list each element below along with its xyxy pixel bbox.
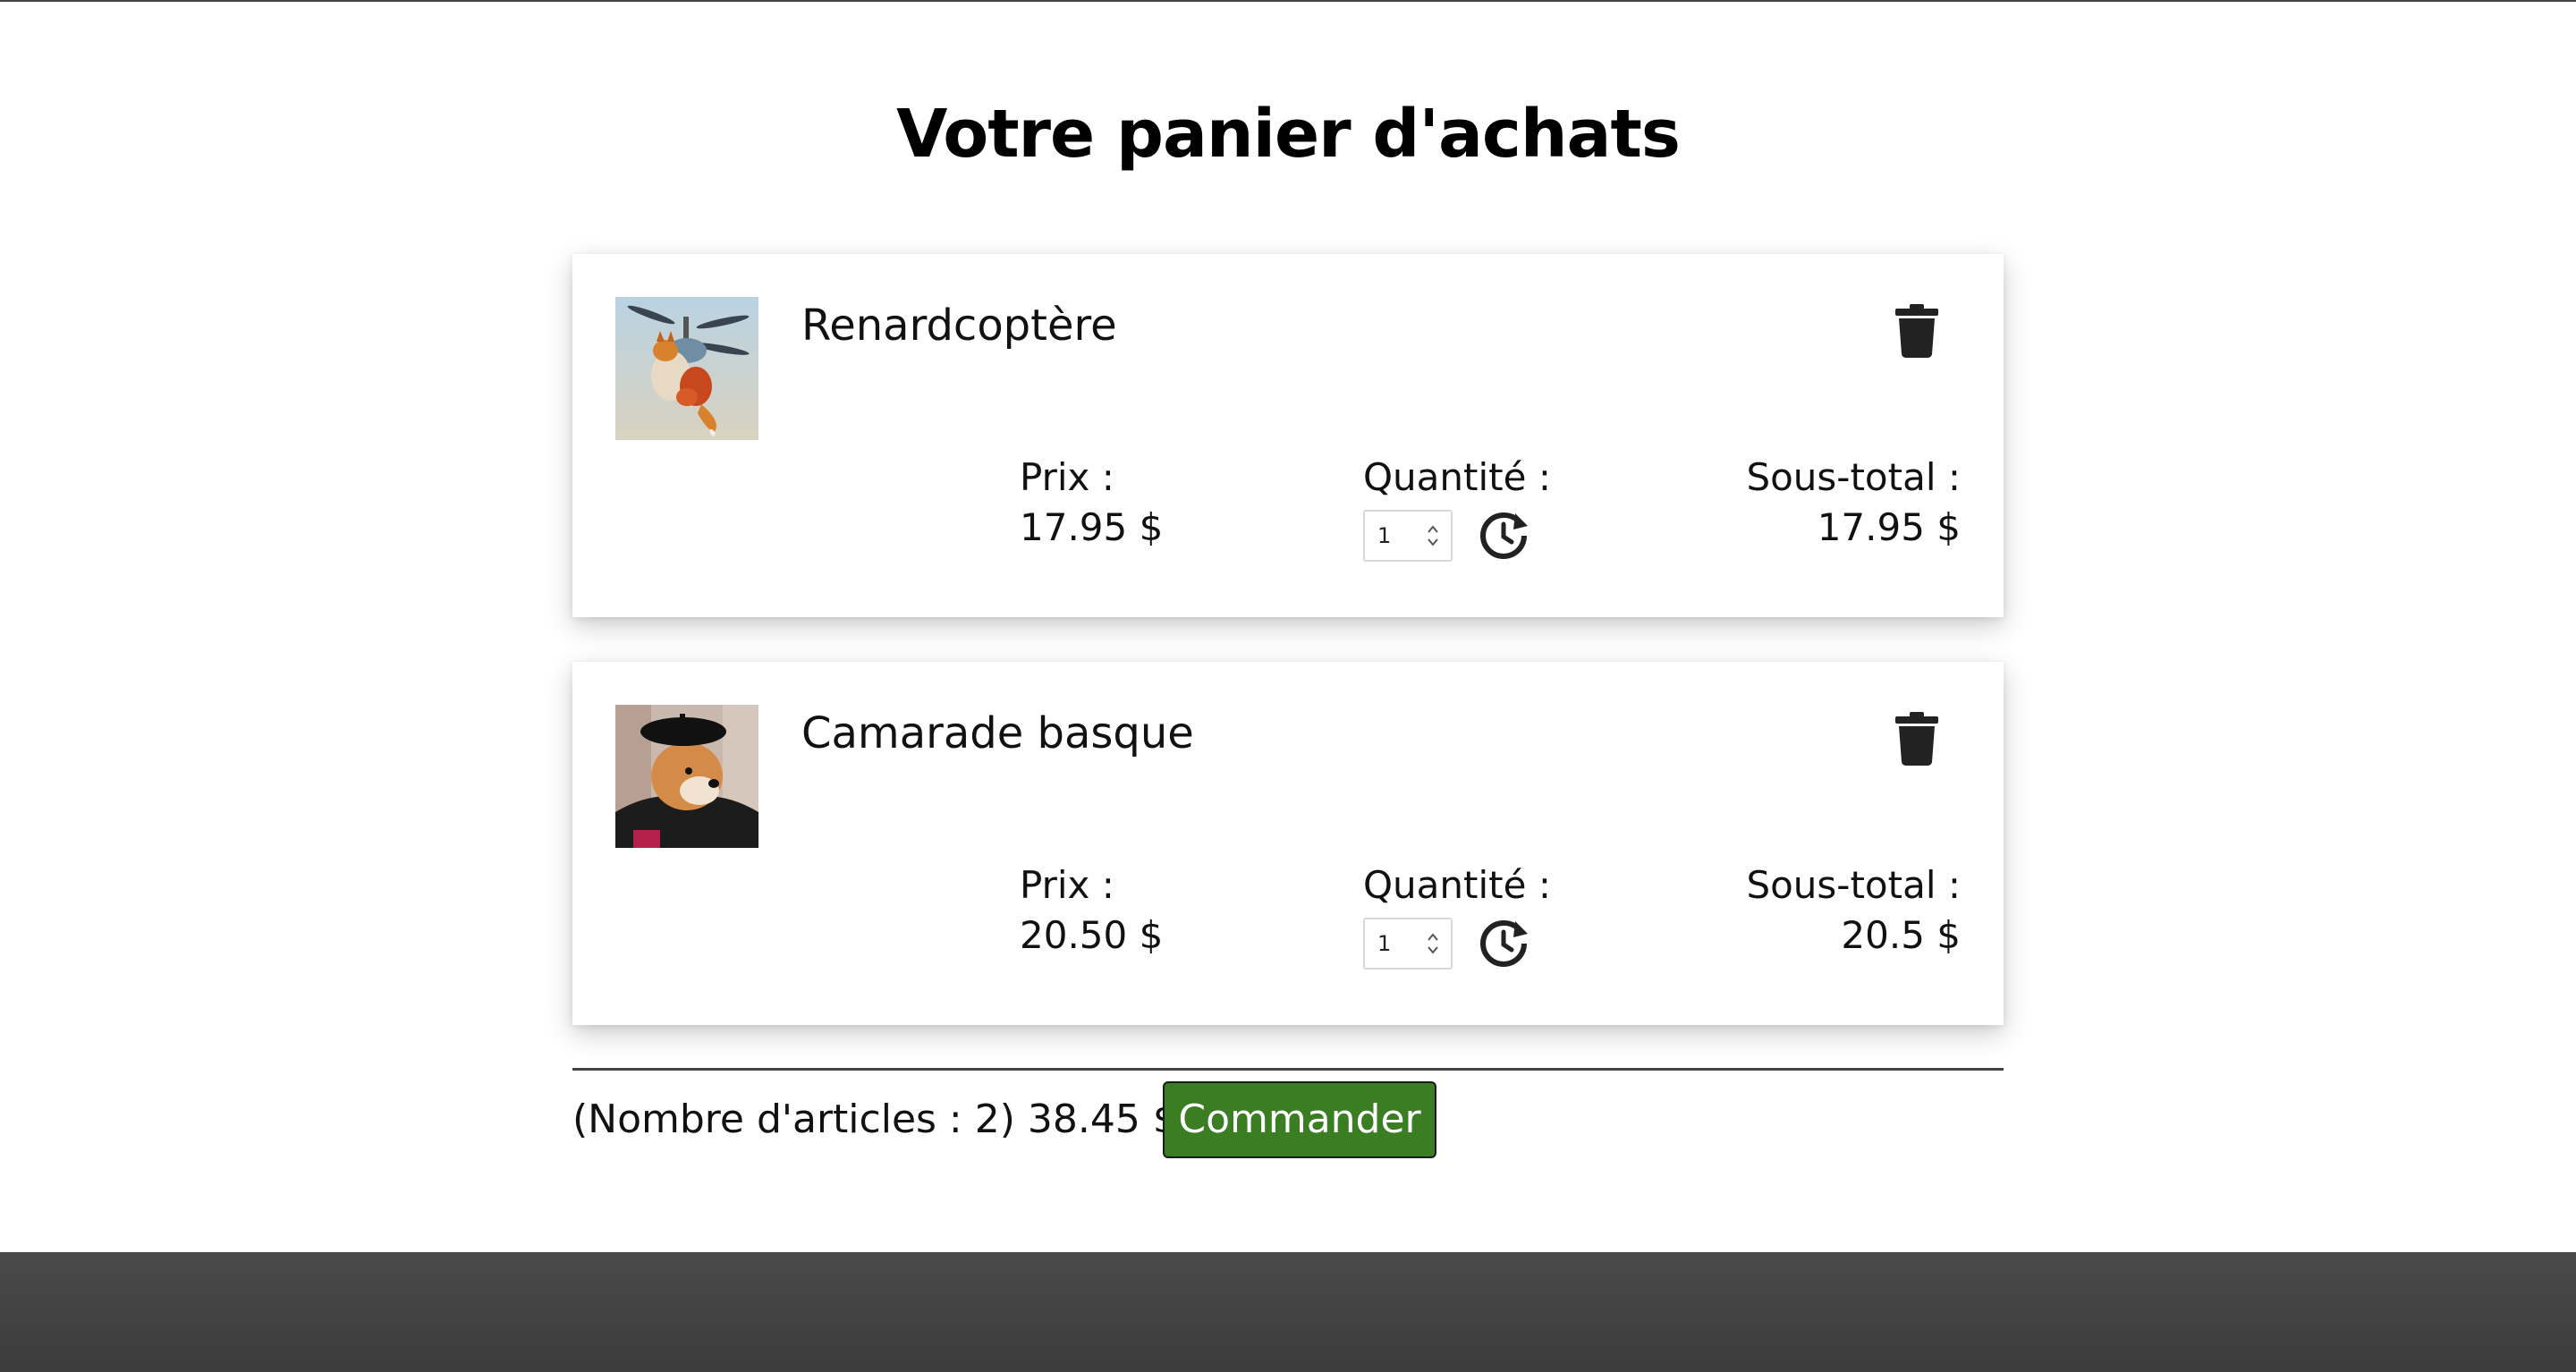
spinner-arrows-icon[interactable] — [1426, 522, 1440, 549]
dog-beret-thumbnail — [615, 705, 758, 848]
quantity-label: Quantité : — [1363, 863, 1551, 907]
cart-item: Camarade basque Prix : 20.50 $ Quantité … — [572, 662, 2004, 1025]
quantity-label: Quantité : — [1363, 455, 1551, 499]
subtotal-value: 17.95 $ — [1817, 505, 1961, 549]
quantity-input[interactable] — [1365, 512, 1422, 560]
trash-icon[interactable] — [1895, 304, 1938, 358]
fox-helicopter-thumbnail — [615, 297, 758, 440]
product-name[interactable]: Renardcoptère — [801, 297, 1117, 354]
history-reset-icon[interactable] — [1478, 918, 1530, 970]
cart-item: Renardcoptère Prix : 17.95 $ Quantité : — [572, 254, 2004, 617]
spinner-arrows-icon[interactable] — [1426, 930, 1440, 957]
order-button[interactable]: Commander — [1163, 1081, 1436, 1158]
cart-list: Renardcoptère Prix : 17.95 $ Quantité : — [572, 254, 2004, 1070]
product-image-fox-helicopter[interactable] — [615, 297, 758, 440]
quantity-stepper[interactable] — [1363, 510, 1453, 562]
subtotal-label: Sous-total : — [1746, 455, 1961, 499]
product-image-dog-beret[interactable] — [615, 705, 758, 848]
price-label: Prix : — [1020, 455, 1114, 499]
trash-icon[interactable] — [1895, 712, 1938, 766]
cart-summary: (Nombre d'articles : 2) 38.45 $ — [572, 1097, 1178, 1142]
price-value: 20.50 $ — [1020, 913, 1164, 957]
page-title: Votre panier d'achats — [896, 96, 1681, 173]
product-name[interactable]: Camarade basque — [801, 705, 1194, 762]
quantity-input[interactable] — [1365, 919, 1422, 968]
subtotal-label: Sous-total : — [1746, 863, 1961, 907]
top-border — [0, 0, 2576, 2]
subtotal-value: 20.5 $ — [1841, 913, 1961, 957]
summary-divider — [572, 1068, 2004, 1071]
price-label: Prix : — [1020, 863, 1114, 907]
footer — [0, 1252, 2576, 1372]
price-value: 17.95 $ — [1020, 505, 1164, 549]
quantity-stepper[interactable] — [1363, 918, 1453, 970]
history-reset-icon[interactable] — [1478, 510, 1530, 562]
